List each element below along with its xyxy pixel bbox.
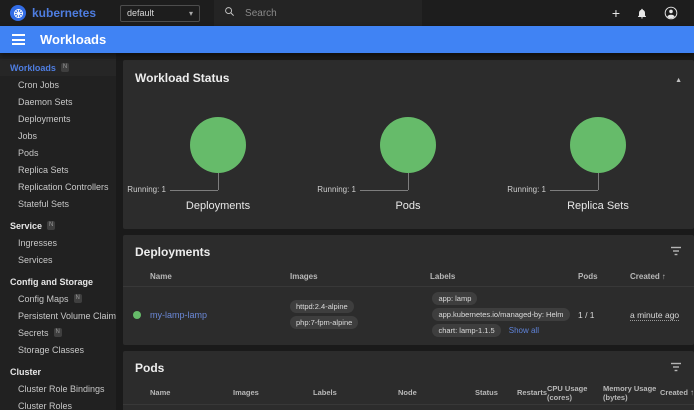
user-account-icon[interactable] [664,6,678,20]
sidebar-section-cluster: Cluster [0,363,116,380]
deployments-table-header: Name Images Labels Pods Created [123,267,694,287]
pods-table-header: Name Images Labels Node Status Restarts … [123,383,694,405]
sidebar-item-persistent-volume-claims[interactable]: Persistent Volume Claims N [0,307,116,324]
sidebar-item-deployments[interactable]: Deployments [0,110,116,127]
sidebar-item-cron-jobs[interactable]: Cron Jobs [0,76,116,93]
namespaced-badge-icon: N [61,63,69,72]
sidebar-item-service[interactable]: Service N [0,217,116,234]
brand-text: kubernetes [32,6,96,20]
kubernetes-logo[interactable]: kubernetes [10,5,96,21]
sort-ascending-icon [660,272,666,281]
sidebar-item-secrets[interactable]: Secrets N [0,324,116,341]
chart-title: Deployments [186,200,250,212]
col-name[interactable]: Name [150,272,290,281]
sidebar-nav: Workloads N Cron Jobs Daemon Sets Deploy… [0,53,116,410]
menu-hamburger-icon[interactable] [12,34,25,45]
deployment-row[interactable]: my-lamp-lamp httpd:2.4-alpine php:7-fpm-… [123,287,694,342]
pie-callout-label: Running: 1 [317,185,356,194]
filter-icon[interactable] [670,359,682,377]
pods-pie-chart: Running: 1 Pods [313,117,503,212]
sidebar-item-ingresses[interactable]: Ingresses [0,234,116,251]
show-all-link[interactable]: Show all [509,326,539,335]
top-bar: kubernetes default [0,0,694,26]
sidebar-item-replica-sets[interactable]: Replica Sets [0,161,116,178]
col-created[interactable]: Created [660,389,694,398]
create-resource-icon[interactable] [612,6,620,20]
notifications-bell-icon[interactable] [636,7,648,20]
replica-sets-pie-chart: Running: 1 Replica Sets [503,117,693,212]
namespaced-badge-icon: N [74,294,82,303]
chevron-down-icon [189,8,193,18]
app-bar: Workloads [0,26,694,53]
search-input[interactable] [245,8,405,19]
sidebar-item-cluster-roles[interactable]: Cluster Roles [0,397,116,410]
label-chip: app: lamp [432,292,477,305]
filter-icon[interactable] [670,243,682,261]
sidebar-item-services[interactable]: Services [0,251,116,268]
deployments-pie-chart: Running: 1 Deployments [123,117,313,212]
namespace-value: default [127,8,154,18]
label-chip: app.kubernetes.io/managed-by: Helm [432,308,569,321]
workload-status-card: Workload Status Running: 1 Deployments [123,60,694,229]
sidebar-item-pods[interactable]: Pods [0,144,116,161]
sidebar-item-config-maps[interactable]: Config Maps N [0,290,116,307]
pod-row[interactable]: my-lamp-lamp-5fd985cf68-jwvz4 httpd:2.4-… [123,405,694,410]
label-chip: chart: lamp-1.1.5 [432,324,500,337]
search-box[interactable] [214,0,422,26]
namespaced-badge-icon: N [54,328,62,337]
chart-title: Replica Sets [567,200,629,212]
pods-count: 1 / 1 [578,310,630,320]
col-images[interactable]: Images [290,272,430,281]
kubernetes-helm-icon [10,5,26,21]
col-node[interactable]: Node [398,389,475,398]
col-cpu-usage[interactable]: CPU Usage (cores) [547,385,603,402]
sidebar-item-cluster-role-bindings[interactable]: Cluster Role Bindings [0,380,116,397]
sort-ascending-icon [688,388,694,397]
image-chip: httpd:2.4-alpine [290,300,354,313]
sidebar-section-config-and-storage: Config and Storage [0,273,116,290]
pie-callout-label: Running: 1 [127,185,166,194]
sidebar-item-stateful-sets[interactable]: Stateful Sets [0,195,116,212]
pods-card-title: Pods [135,361,164,375]
main-content: Workload Status Running: 1 Deployments [116,53,694,410]
pie-running-slice[interactable] [190,117,246,173]
col-status[interactable]: Status [475,389,517,398]
namespace-selector[interactable]: default [120,5,200,22]
sidebar-item-replication-controllers[interactable]: Replication Controllers [0,178,116,195]
col-pods[interactable]: Pods [578,272,630,281]
sidebar-item-workloads[interactable]: Workloads N [0,59,116,76]
created-timestamp: a minute ago [630,310,694,320]
sidebar-item-daemon-sets[interactable]: Daemon Sets [0,93,116,110]
pie-running-slice[interactable] [380,117,436,173]
workload-status-title: Workload Status [135,71,229,85]
col-created[interactable]: Created [630,272,694,281]
namespaced-badge-icon: N [47,221,55,230]
deployment-name-link[interactable]: my-lamp-lamp [150,310,290,320]
pie-running-slice[interactable] [570,117,626,173]
collapse-caret-icon[interactable] [675,69,682,87]
col-memory-usage[interactable]: Memory Usage (bytes) [603,385,660,402]
col-name[interactable]: Name [150,389,233,398]
col-images[interactable]: Images [233,389,313,398]
chart-title: Pods [395,200,420,212]
deployments-card-title: Deployments [135,245,210,259]
pods-card: Pods Name Images Labels Node Status Rest… [123,351,694,410]
page-title: Workloads [40,32,106,47]
sidebar-item-storage-classes[interactable]: Storage Classes [0,341,116,358]
col-restarts[interactable]: Restarts [517,389,547,398]
deployments-card: Deployments Name Images Labels Pods Crea… [123,235,694,345]
pie-callout-label: Running: 1 [507,185,546,194]
image-chip: php:7-fpm-alpine [290,316,358,329]
col-labels[interactable]: Labels [313,389,398,398]
sidebar-item-jobs[interactable]: Jobs [0,127,116,144]
search-icon [224,4,235,22]
status-ok-icon [133,311,141,319]
col-labels[interactable]: Labels [430,272,578,281]
